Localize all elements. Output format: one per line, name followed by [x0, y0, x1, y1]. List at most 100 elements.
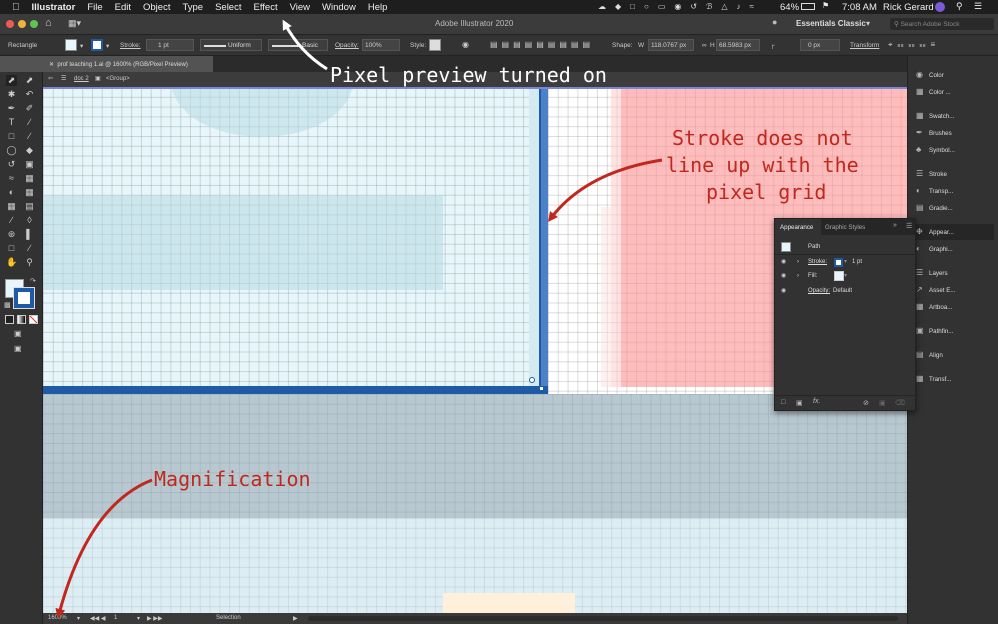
pen-tool-icon[interactable]: ✒	[6, 103, 17, 114]
siri-icon[interactable]	[935, 2, 945, 12]
artboard-number[interactable]: 1	[114, 615, 117, 621]
artboard-nav-next-icon[interactable]: ▶ ▶▶	[147, 615, 163, 622]
clock-time[interactable]: 7:08 AM	[842, 2, 877, 13]
status-mode[interactable]: Selection	[216, 615, 241, 621]
opacity-label[interactable]: Opacity:	[335, 42, 359, 49]
rectangle-tool-icon[interactable]: □	[6, 131, 17, 142]
workspace-switcher[interactable]: Essentials Classic	[796, 19, 866, 28]
panel-artboards[interactable]: ▦ Artboa...	[916, 299, 996, 315]
appearance-opacity-label[interactable]: Opacity:	[808, 284, 830, 298]
menu-view[interactable]: View	[284, 2, 316, 13]
constrain-proportions-icon[interactable]: ∞	[702, 42, 707, 49]
back-arrow-icon[interactable]: ⇦	[48, 75, 53, 82]
blend-tool-icon[interactable]: ◊	[24, 215, 35, 226]
width-tool-icon[interactable]: ≈	[6, 173, 17, 184]
breadcrumb-group[interactable]: <Group>	[106, 76, 130, 82]
stroke-weight-field[interactable]	[146, 39, 194, 51]
airplay-icon[interactable]: △	[721, 2, 727, 12]
fill-swatch[interactable]	[65, 39, 77, 51]
opacity-visibility-icon[interactable]: ◉	[781, 284, 786, 298]
panel-symbols[interactable]: ♣ Symbol...	[916, 142, 996, 158]
collapse-panel-icon[interactable]: »	[893, 222, 897, 229]
menu-help[interactable]: Help	[362, 2, 394, 13]
close-tab-icon[interactable]: ✕	[49, 62, 54, 68]
direct-selection-tool-icon[interactable]: ⬈	[24, 75, 35, 86]
appearance-fill-label[interactable]: Fill:	[808, 269, 817, 283]
record-icon[interactable]: ◉	[674, 2, 681, 12]
panel-transparency[interactable]: ◐ Transp...	[916, 183, 996, 199]
mesh-tool-icon[interactable]: ▦	[6, 201, 17, 212]
stroke-swatch[interactable]	[91, 39, 103, 51]
menu-file[interactable]: File	[81, 2, 108, 13]
anchor-point-handle[interactable]	[529, 377, 535, 383]
appearance-fill-dropdown-icon[interactable]: ▾	[844, 269, 847, 283]
symbol-sprayer-tool-icon[interactable]: ⊛	[6, 229, 17, 240]
magic-wand-tool-icon[interactable]: ✱	[6, 89, 17, 100]
duplicate-item-icon[interactable]: ▣	[879, 399, 886, 407]
shape-builder-tool-icon[interactable]: ◐	[6, 187, 17, 198]
appearance-stroke-swatch[interactable]	[834, 258, 843, 267]
lasso-tool-icon[interactable]: ↶	[24, 89, 35, 100]
line-tool-icon[interactable]: ∕	[24, 117, 35, 128]
time-machine-icon[interactable]: ↺	[690, 2, 697, 12]
stroke-visibility-icon[interactable]: ◉	[781, 255, 786, 269]
recolor-icon[interactable]: ◉	[462, 40, 469, 49]
menu-type[interactable]: Type	[176, 2, 209, 13]
artboard-nav-prev-icon[interactable]: ◀◀ ◀	[90, 615, 106, 622]
close-window-button[interactable]	[6, 20, 14, 28]
menu-window[interactable]: Window	[316, 2, 362, 13]
type-tool-icon[interactable]: T	[6, 117, 17, 128]
appearance-stroke-dropdown-icon[interactable]: ▾	[844, 255, 847, 269]
fill-dropdown-icon[interactable]: ▾	[80, 42, 83, 50]
workspace-chevron-icon[interactable]: ▾	[866, 19, 870, 28]
panel-layers[interactable]: ☰ Layers	[916, 265, 996, 281]
panel-stroke[interactable]: ☰ Stroke	[916, 166, 996, 182]
panel-swatches[interactable]: ▦ Swatch...	[916, 108, 996, 124]
graph-tool-icon[interactable]: ▌	[24, 229, 35, 240]
style-swatch[interactable]	[429, 39, 441, 51]
color-mode-icon[interactable]	[5, 315, 14, 324]
dropbox-icon[interactable]: ◆	[615, 2, 621, 12]
delete-item-icon[interactable]: ⌫	[895, 399, 905, 407]
stroke-dropdown-icon[interactable]: ▾	[106, 42, 109, 50]
slice-tool-icon[interactable]: ∕	[24, 243, 35, 254]
appearance-stroke-row[interactable]: ◉ › Stroke: ▾ 1 pt	[775, 255, 917, 269]
creative-cloud-icon[interactable]: ☁	[598, 2, 606, 12]
rotate-tool-icon[interactable]: ↺	[6, 159, 17, 170]
panel-gradient[interactable]: ▤ Gradie...	[916, 200, 996, 216]
panel-menu-icon[interactable]: ☰	[906, 222, 912, 230]
appearance-stroke-label[interactable]: Stroke:	[808, 255, 827, 269]
stroke-color-box[interactable]	[13, 287, 35, 309]
panel-transform[interactable]: ▦ Transf...	[916, 371, 996, 387]
corner-type-icon[interactable]: ┌	[770, 42, 775, 49]
scale-tool-icon[interactable]: ▣	[24, 159, 35, 170]
stroke-expand-icon[interactable]: ›	[797, 255, 799, 269]
appearance-fill-swatch[interactable]	[834, 271, 844, 281]
perspective-grid-tool-icon[interactable]: ▦	[24, 187, 35, 198]
apple-menu-icon[interactable]: 	[0, 2, 26, 13]
align-icons[interactable]: ▤▤▤▤▤▤▤▤▤	[490, 40, 594, 49]
panel-color-guide[interactable]: ▦ Color ...	[916, 84, 996, 100]
appearance-object-row[interactable]: Path	[775, 240, 917, 254]
arrange-documents-icon[interactable]: ▦▾	[68, 18, 81, 29]
zoom-tool-icon[interactable]: ⚲	[24, 257, 35, 268]
fill-expand-icon[interactable]: ›	[797, 269, 799, 283]
spotlight-icon[interactable]: ⚲	[956, 1, 963, 12]
artboard-tool-icon[interactable]: □	[6, 243, 17, 254]
lightbulb-icon[interactable]: ●	[772, 17, 777, 27]
menu-object[interactable]: Object	[137, 2, 176, 13]
display-icon[interactable]: ▭	[658, 2, 666, 12]
appearance-fill-row[interactable]: ◉ › Fill: ▾	[775, 269, 917, 283]
add-new-fill-icon[interactable]: ▣	[796, 399, 803, 407]
screen-mode-icon[interactable]: ▣	[14, 344, 22, 353]
swap-fill-stroke-icon[interactable]: ↷	[30, 277, 36, 285]
horizontal-scrollbar[interactable]	[308, 616, 898, 621]
transform-icons[interactable]: ⌖☷☷☷≡	[888, 40, 940, 50]
home-icon[interactable]: ⌂	[45, 17, 52, 29]
gradient-tool-icon[interactable]: ▤	[24, 201, 35, 212]
curvature-tool-icon[interactable]: ✐	[24, 103, 35, 114]
panel-brushes[interactable]: ✒ Brushes	[916, 125, 996, 141]
paintbrush-tool-icon[interactable]: ∕	[24, 131, 35, 142]
appearance-stroke-value[interactable]: 1 pt	[852, 255, 862, 269]
stroke-label[interactable]: Stroke:	[120, 42, 141, 49]
